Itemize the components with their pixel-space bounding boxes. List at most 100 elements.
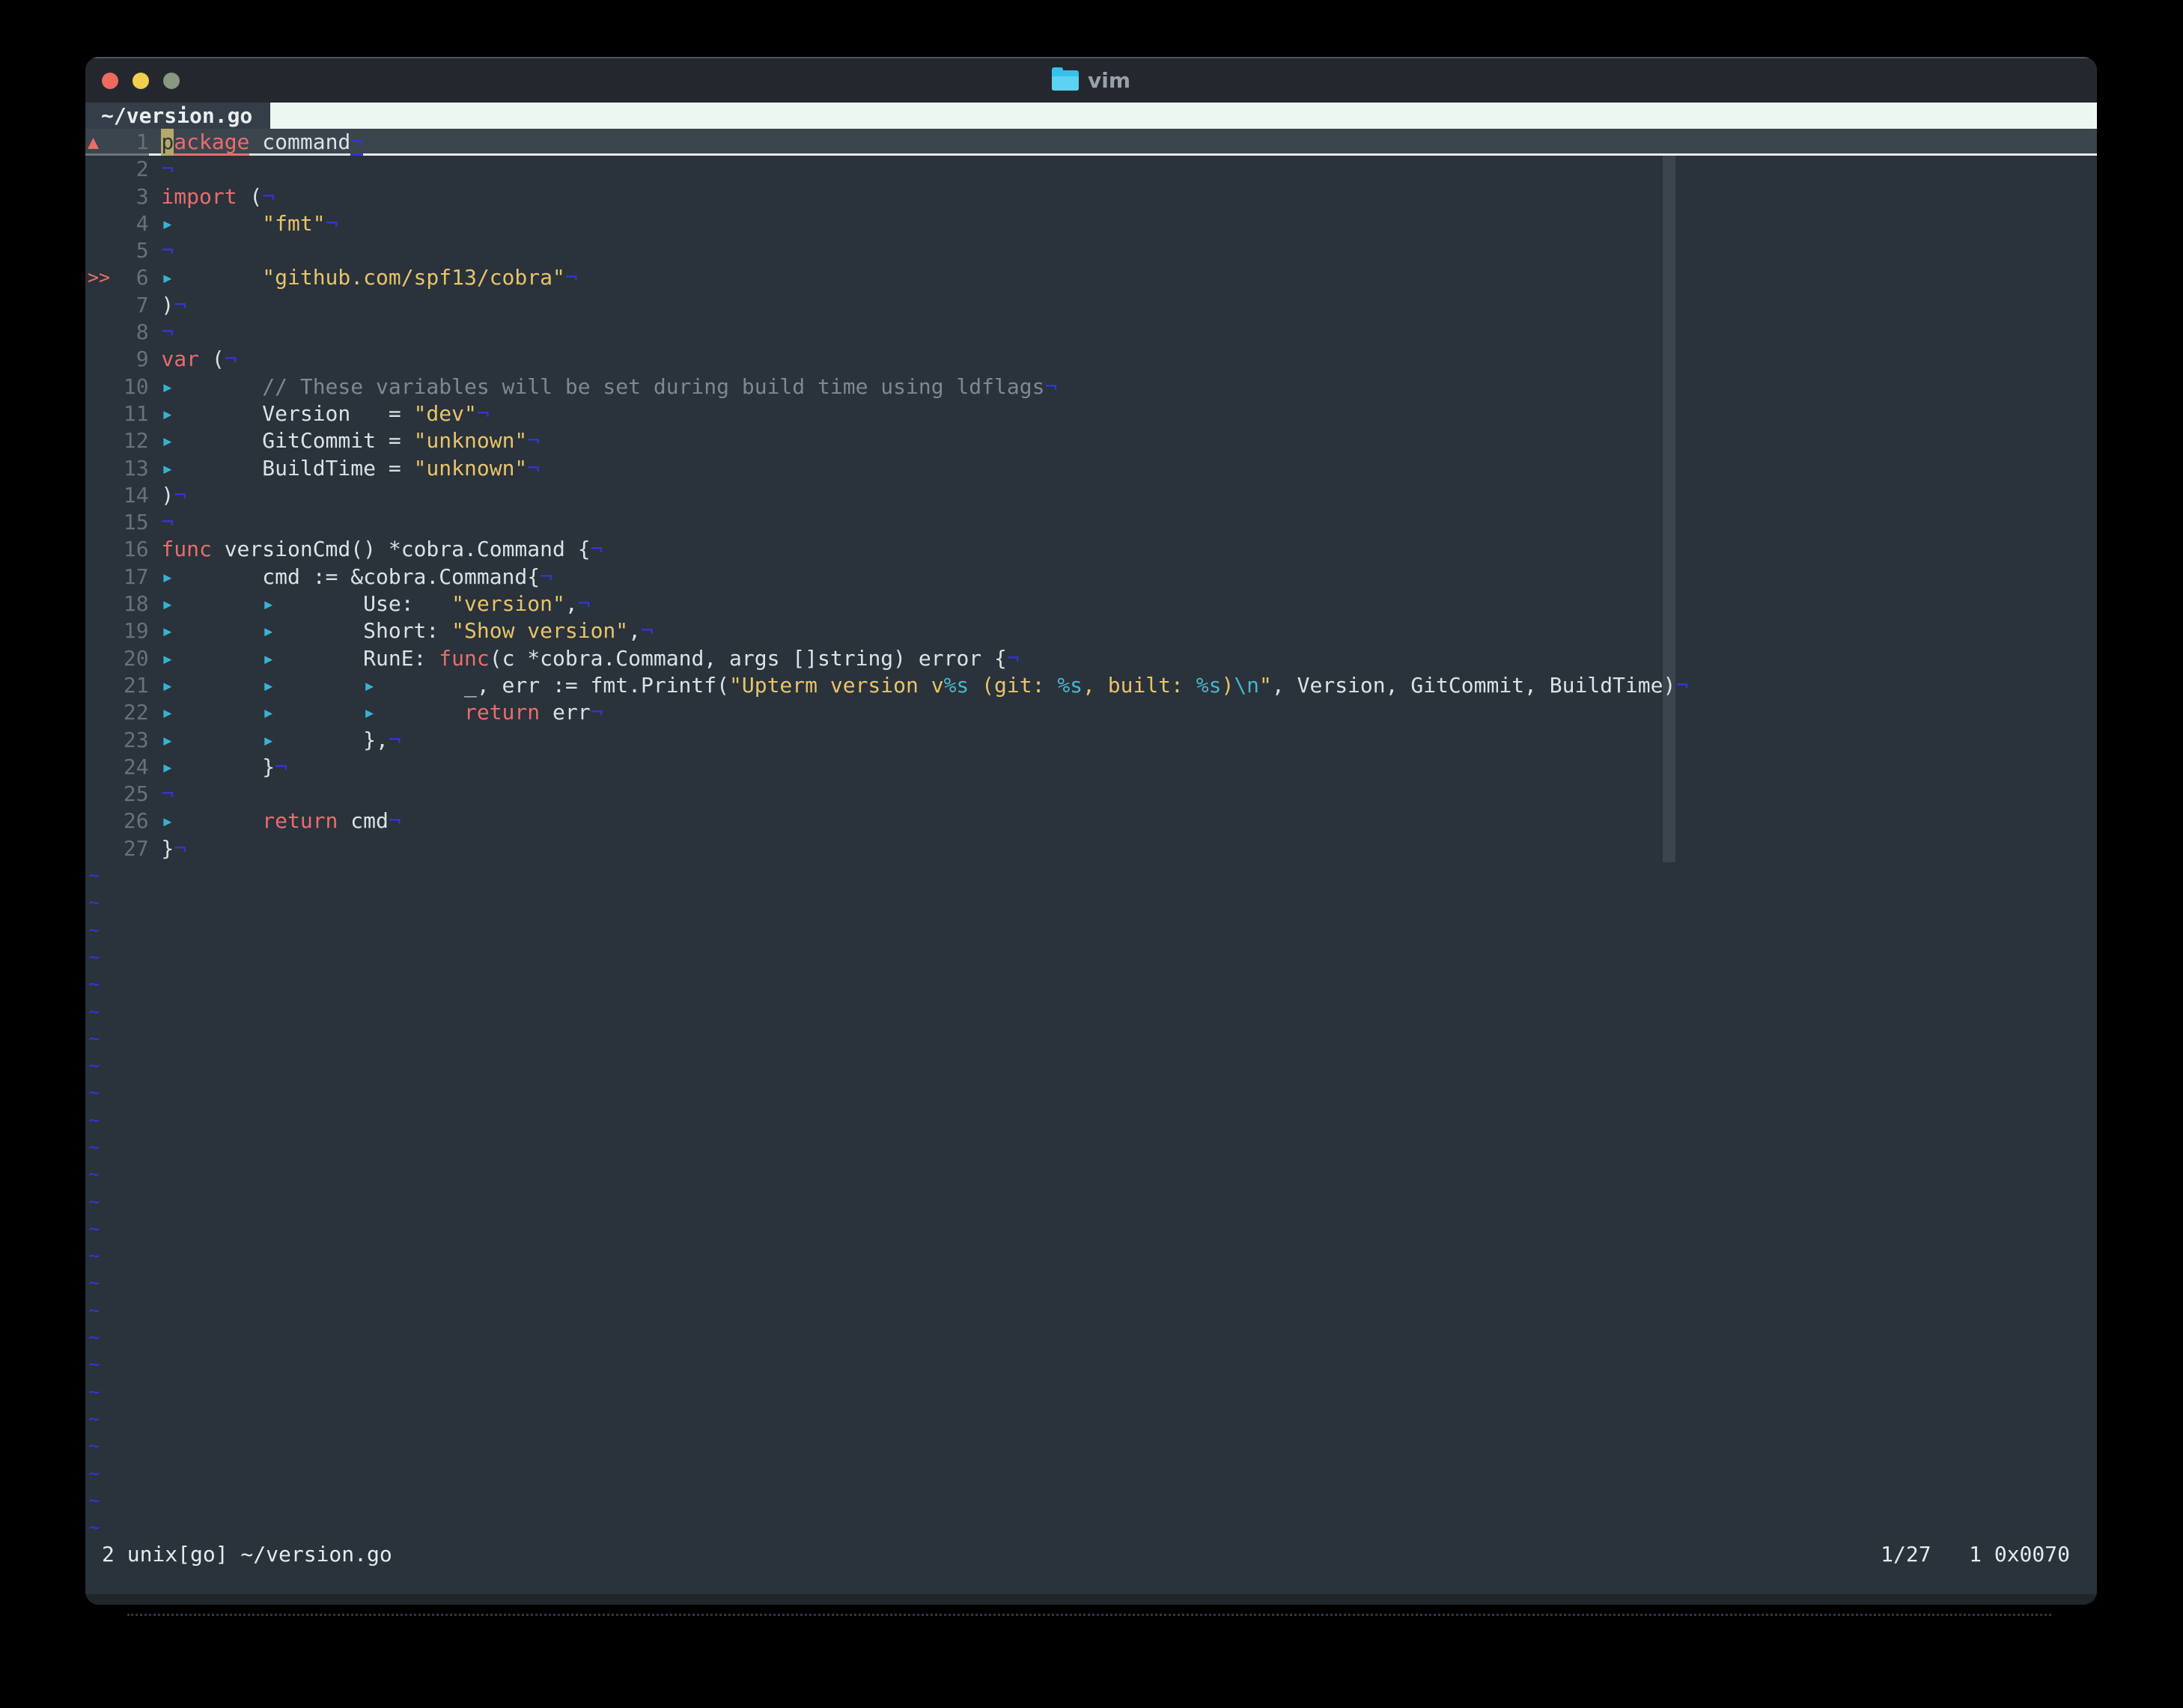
row-filler: [654, 617, 2097, 644]
editor-buffer[interactable]: ▲ 1 p ackage command ¬ 2 ¬ 3 import (¬ 4 ▸ "fmt" ¬ 5…: [85, 129, 2097, 1540]
code-segment: "github.com/spf13/cobra": [262, 265, 565, 290]
row-filler: [603, 699, 2097, 726]
code-line-5: 5 ¬: [85, 237, 2097, 264]
empty-line: ~: [85, 1052, 2097, 1079]
tab-indent-marker: ▸: [161, 727, 263, 752]
code-segment: Use:: [363, 591, 452, 617]
code-segment: RunE:: [363, 645, 439, 671]
row-filler: [1020, 645, 2097, 672]
line-number: 27: [123, 835, 149, 861]
code-segment: ): [161, 482, 174, 507]
line-number: 26: [123, 808, 149, 834]
statusline-right: 1/27 1 0x0070: [1881, 1541, 2070, 1567]
code-segment: cmd: [338, 808, 389, 834]
tab-indent-marker: ▸: [262, 618, 364, 644]
code-text: func versionCmd() *cobra.Command {¬: [161, 536, 603, 563]
empty-line: ~: [85, 1189, 2097, 1216]
tab-indent-marker: ▸: [161, 265, 263, 290]
row-filler: [1688, 672, 2097, 699]
tilde-marker: ~: [88, 1135, 100, 1159]
empty-line: ~: [85, 1433, 2097, 1460]
eol-marker: ¬: [577, 591, 591, 617]
line-number: 5: [136, 238, 149, 263]
tab-indent-marker: ▸: [161, 564, 263, 589]
line-number: 20: [123, 645, 149, 671]
code-line-17: 17 ▸ cmd := &cobra.Command{¬: [85, 564, 2097, 591]
line-number: 3: [136, 183, 149, 209]
empty-line: ~: [85, 1351, 2097, 1378]
eol-marker: ¬: [590, 700, 603, 725]
line-number: 2: [136, 156, 149, 182]
eol-marker: ¬: [1044, 373, 1058, 399]
tab-indent-marker: ▸: [161, 591, 263, 617]
tilde-marker: ~: [88, 1407, 100, 1430]
eol-marker: ¬: [641, 618, 654, 644]
code-text: ¬: [161, 156, 174, 183]
tilde-marker: ~: [88, 918, 100, 942]
eol-marker: ¬: [224, 347, 237, 372]
empty-line: ~: [85, 1269, 2097, 1296]
eol-marker: ¬: [564, 265, 578, 290]
gutter-sign-empty: [85, 808, 111, 835]
gutter-sign: >>: [88, 266, 111, 289]
gutter-sign-empty: [85, 699, 111, 726]
code-line-13: 13 ▸ BuildTime = "unknown" ¬: [85, 455, 2097, 482]
tabline-fill: [270, 103, 2097, 129]
row-filler: [174, 156, 2097, 183]
window-titlebar[interactable]: vim: [85, 57, 2097, 103]
code-segment: "fmt": [262, 210, 326, 236]
eol-marker: ¬: [1006, 645, 1020, 671]
row-filler: [174, 509, 2097, 536]
empty-line: ~: [85, 1242, 2097, 1269]
empty-line: ~: [85, 944, 2097, 971]
code-segment: %s: [1196, 672, 1222, 698]
eol-marker: ¬: [275, 754, 287, 779]
code-line-14: 14) ¬: [85, 482, 2097, 509]
gutter-sign-empty: [85, 346, 111, 373]
code-line-3: 3 import (¬: [85, 183, 2097, 210]
zoom-button[interactable]: [163, 72, 180, 89]
empty-line: ~: [85, 917, 2097, 944]
vim-command-line[interactable]: [85, 1567, 2097, 1594]
empty-line: ~: [85, 1406, 2097, 1433]
gutter-sign-empty: [85, 835, 111, 862]
tilde-marker: ~: [88, 1000, 100, 1023]
code-segment: }: [262, 754, 275, 779]
empty-line: ~: [85, 1134, 2097, 1161]
gutter-sign-empty: [85, 482, 111, 509]
tab-version-go[interactable]: ~/version.go: [85, 103, 271, 129]
code-segment: ackage: [174, 129, 249, 156]
close-button[interactable]: [102, 72, 118, 89]
tab-indent-marker: ▸: [161, 400, 263, 426]
code-line-2: 2 ¬: [85, 156, 2097, 183]
gutter-sign-empty: [85, 400, 111, 427]
code-line-26: 26 ▸ return cmd ¬: [85, 808, 2097, 835]
gutter-sign-empty: [85, 781, 111, 808]
tab-indent-marker: ▸: [262, 727, 364, 752]
line-number: 15: [123, 510, 149, 535]
tab-indent-marker: ▸: [161, 618, 263, 644]
code-segment: \n: [1234, 672, 1260, 698]
code-line-8: 8 ¬: [85, 319, 2097, 346]
tilde-marker: ~: [88, 1299, 100, 1322]
row-filler: [1057, 373, 2097, 400]
eol-marker: ¬: [161, 156, 174, 182]
code-line-22: 22 ▸ ▸ ▸ return err ¬: [85, 699, 2097, 726]
code-segment: %s: [943, 672, 969, 698]
minimize-button[interactable]: [133, 72, 149, 89]
tilde-marker: ~: [88, 1462, 100, 1485]
gutter-sign-empty: [85, 427, 111, 454]
code-text: ▸ ▸ RunE: func (c *cobra.Command, args []…: [161, 645, 1019, 672]
eol-marker: ¬: [590, 537, 603, 562]
gutter-sign-empty: [85, 509, 111, 536]
code-segment: "Show version": [451, 618, 629, 644]
tilde-marker: ~: [88, 1380, 100, 1403]
tab-indent-marker: ▸: [161, 700, 263, 725]
code-line-9: 9 var (¬: [85, 346, 2097, 373]
code-segment: Short:: [363, 618, 452, 644]
row-filler: [174, 319, 2097, 346]
code-text: ▸ GitCommit = "unknown" ¬: [161, 427, 540, 454]
tab-indent-marker: ▸: [161, 808, 263, 834]
code-segment: func: [161, 537, 212, 562]
gutter-sign-empty: [85, 373, 111, 400]
